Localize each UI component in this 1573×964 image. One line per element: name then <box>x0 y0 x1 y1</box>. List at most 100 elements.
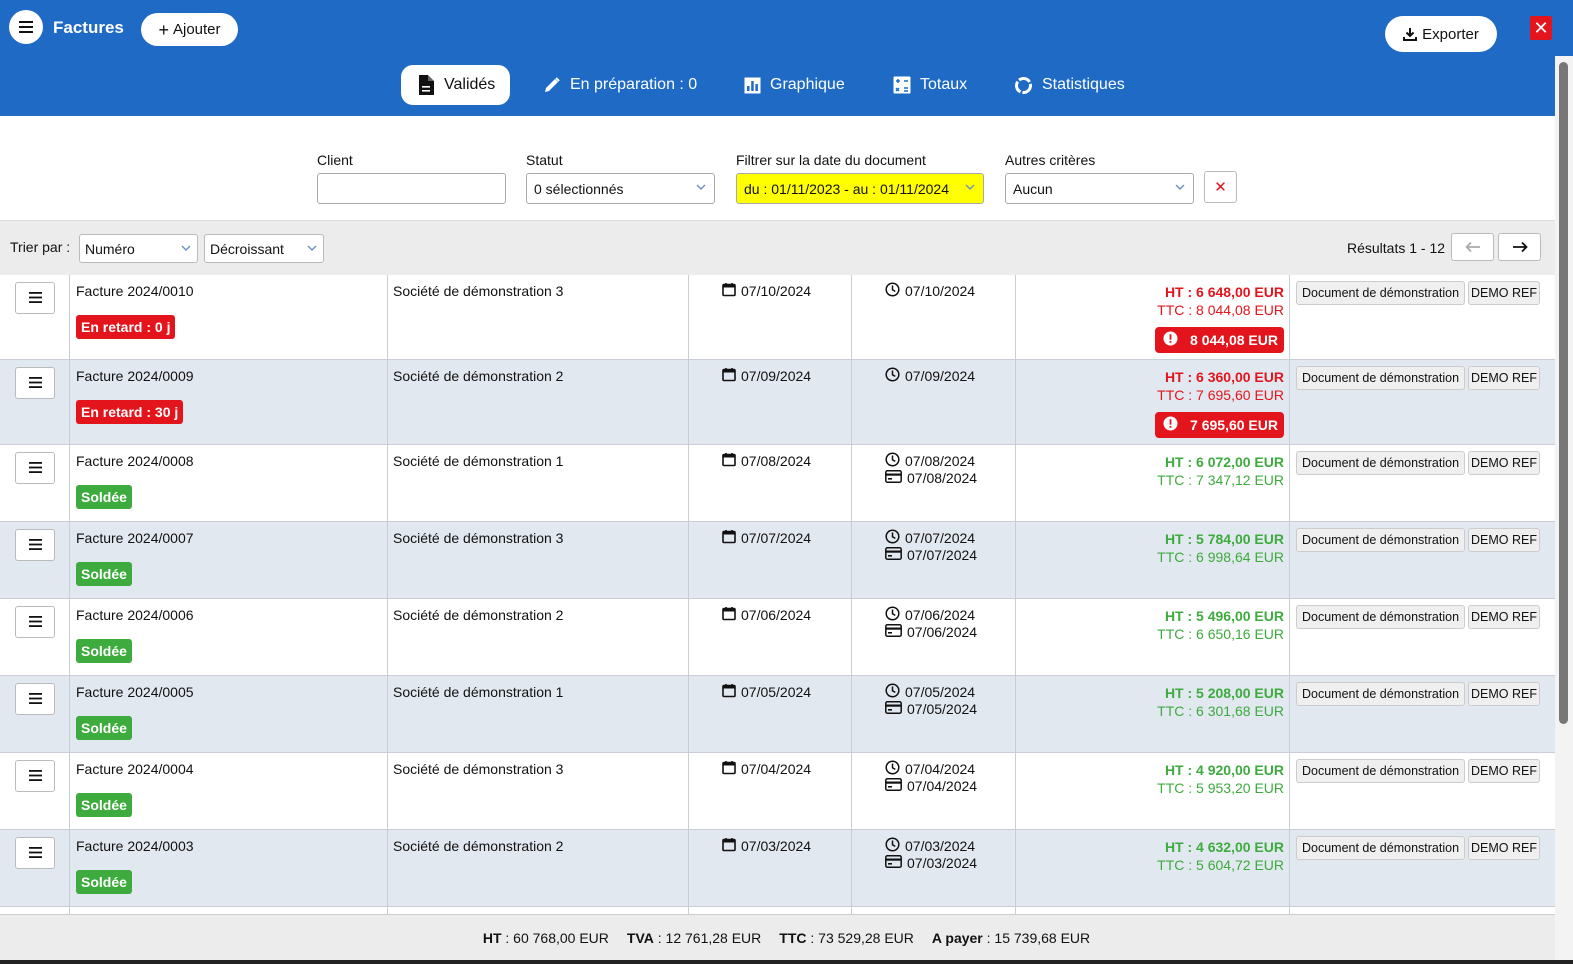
row-menu-button[interactable] <box>15 367 55 399</box>
total-to-pay: A payer : 15 739,68 EUR <box>931 929 1091 946</box>
column-divider <box>387 275 388 359</box>
tab-graphique[interactable]: Graphique <box>744 65 845 105</box>
invoice-row[interactable]: Facture 2024/0010 En retard : 0 j Société … <box>0 275 1555 360</box>
tab-en-preparation[interactable]: En préparation : 0 <box>543 65 697 105</box>
invoice-row[interactable]: Facture 2024/0006 Soldée Société de démons… <box>0 599 1555 676</box>
document-button[interactable]: Document de démonstration <box>1296 682 1465 706</box>
scrollbar-thumb[interactable] <box>1559 62 1568 724</box>
export-button[interactable]: Exporter <box>1385 16 1497 52</box>
document-date: 07/05/2024 <box>722 683 811 701</box>
row-menu-button[interactable] <box>15 282 55 314</box>
status-select-value: 0 sélectionnés <box>534 180 624 197</box>
row-menu-button[interactable] <box>15 606 55 638</box>
download-icon <box>1403 28 1418 41</box>
invoice-amounts: HT : 4 632,00 EUR TTC : 5 604,72 EUR <box>1157 838 1284 874</box>
invoice-number[interactable]: Facture 2024/0006 <box>76 607 194 623</box>
close-button[interactable]: ✕ <box>1530 16 1552 40</box>
row-menu-button[interactable] <box>15 760 55 792</box>
amount-ht: HT : 6 072,00 EUR <box>1164 454 1284 470</box>
arrow-left-icon <box>1464 241 1480 253</box>
results-count: Résultats 1 - 12 <box>1347 240 1446 256</box>
column-divider <box>851 676 852 752</box>
row-menu-button[interactable] <box>15 683 55 715</box>
invoice-client: Société de démonstration 2 <box>393 368 564 384</box>
arrow-right-icon <box>1512 241 1528 253</box>
invoice-number[interactable]: Facture 2024/0009 <box>76 368 194 384</box>
column-divider <box>387 599 388 675</box>
invoice-number[interactable]: Facture 2024/0004 <box>76 761 194 777</box>
document-date: 07/06/2024 <box>722 606 811 624</box>
tab-totaux[interactable]: Totaux <box>893 65 967 105</box>
invoice-row[interactable]: Facture 2024/0007 Soldée Société de démons… <box>0 522 1555 599</box>
invoice-number[interactable]: Facture 2024/0005 <box>76 684 194 700</box>
hamburger-icon <box>28 537 42 553</box>
invoice-row[interactable]: Facture 2024/0003 Soldée Société de démons… <box>0 830 1555 907</box>
reference-button[interactable]: DEMO REF <box>1468 759 1540 783</box>
hamburger-icon <box>28 691 42 707</box>
reference-button[interactable]: DEMO REF <box>1468 451 1540 475</box>
row-menu-button[interactable] <box>15 529 55 561</box>
row-menu-button[interactable] <box>15 837 55 869</box>
status-select[interactable]: 0 sélectionnés <box>526 173 715 204</box>
status-badge: Soldée <box>76 639 132 663</box>
other-criteria-select[interactable]: Aucun <box>1005 173 1194 204</box>
document-button[interactable]: Document de démonstration <box>1296 759 1465 783</box>
sort-bar: Trier par : Numéro Décroissant Résultats… <box>0 220 1555 275</box>
credit-card-icon <box>885 624 902 640</box>
clock-icon <box>885 452 900 470</box>
invoice-row[interactable]: Facture 2024/0009 En retard : 30 j Société… <box>0 360 1555 445</box>
add-button[interactable]: + Ajouter <box>141 13 238 46</box>
tab-valides[interactable]: Validés <box>401 65 511 105</box>
column-divider <box>387 830 388 906</box>
main-menu-button[interactable] <box>9 10 43 44</box>
reference-button[interactable]: DEMO REF <box>1468 605 1540 629</box>
column-divider <box>387 360 388 444</box>
document-button[interactable]: Document de démonstration <box>1296 451 1465 475</box>
reference-button[interactable]: DEMO REF <box>1468 682 1540 706</box>
next-page-button[interactable] <box>1498 233 1541 261</box>
invoice-row[interactable]: Facture 2024/0004 Soldée Société de démons… <box>0 753 1555 830</box>
donut-icon <box>1015 76 1032 94</box>
column-divider <box>1015 599 1016 675</box>
reference-button[interactable]: DEMO REF <box>1468 528 1540 552</box>
amount-ttc: TTC : 7 347,12 EUR <box>1157 472 1284 488</box>
calendar-icon <box>722 452 736 470</box>
document-button[interactable]: Document de démonstration <box>1296 605 1465 629</box>
reference-button[interactable]: DEMO REF <box>1468 366 1540 390</box>
amount-ht: HT : 5 784,00 EUR <box>1164 531 1284 547</box>
column-divider <box>851 753 852 829</box>
column-divider <box>688 830 689 906</box>
reference-button[interactable]: DEMO REF <box>1468 836 1540 860</box>
payment-date: 07/07/2024 <box>885 547 977 563</box>
client-input[interactable] <box>317 173 506 204</box>
clear-filters-button[interactable]: ✕ <box>1204 171 1237 203</box>
invoice-row[interactable]: Facture 2024/0005 Soldée Société de démons… <box>0 676 1555 753</box>
tab-statistiques[interactable]: Statistiques <box>1014 65 1125 105</box>
top-bar: Factures + Ajouter Exporter ✕ Validés En… <box>0 0 1573 116</box>
reference-button[interactable]: DEMO REF <box>1468 281 1540 305</box>
sort-order-select[interactable]: Décroissant <box>204 234 324 263</box>
amount-ht: HT : 5 496,00 EUR <box>1164 608 1284 624</box>
document-button[interactable]: Document de démonstration <box>1296 528 1465 552</box>
row-menu-button[interactable] <box>15 452 55 484</box>
invoice-number[interactable]: Facture 2024/0008 <box>76 453 194 469</box>
clock-icon <box>885 760 900 778</box>
document-button[interactable]: Document de démonstration <box>1296 366 1465 390</box>
invoice-row[interactable]: Facture 2024/0008 Soldée Société de démons… <box>0 445 1555 522</box>
invoice-number[interactable]: Facture 2024/0010 <box>76 283 194 299</box>
hamburger-icon <box>28 460 42 476</box>
column-divider <box>69 753 70 829</box>
invoice-number[interactable]: Facture 2024/0003 <box>76 838 194 854</box>
previous-page-button[interactable] <box>1451 233 1494 261</box>
invoice-number[interactable]: Facture 2024/0007 <box>76 530 194 546</box>
sort-field-select[interactable]: Numéro <box>79 234 198 263</box>
document-button[interactable]: Document de démonstration <box>1296 836 1465 860</box>
invoice-client: Société de démonstration 3 <box>393 761 564 777</box>
document-button[interactable]: Document de démonstration <box>1296 281 1465 305</box>
calendar-icon <box>722 529 736 547</box>
tab-label: En préparation : 0 <box>570 76 698 93</box>
date-range-select[interactable]: du : 01/11/2023 - au : 01/11/2024 <box>736 173 984 204</box>
total-tva: TVA : 12 761,28 EUR <box>626 929 762 946</box>
close-icon: ✕ <box>1214 179 1227 196</box>
vertical-scrollbar[interactable] <box>1555 56 1573 960</box>
